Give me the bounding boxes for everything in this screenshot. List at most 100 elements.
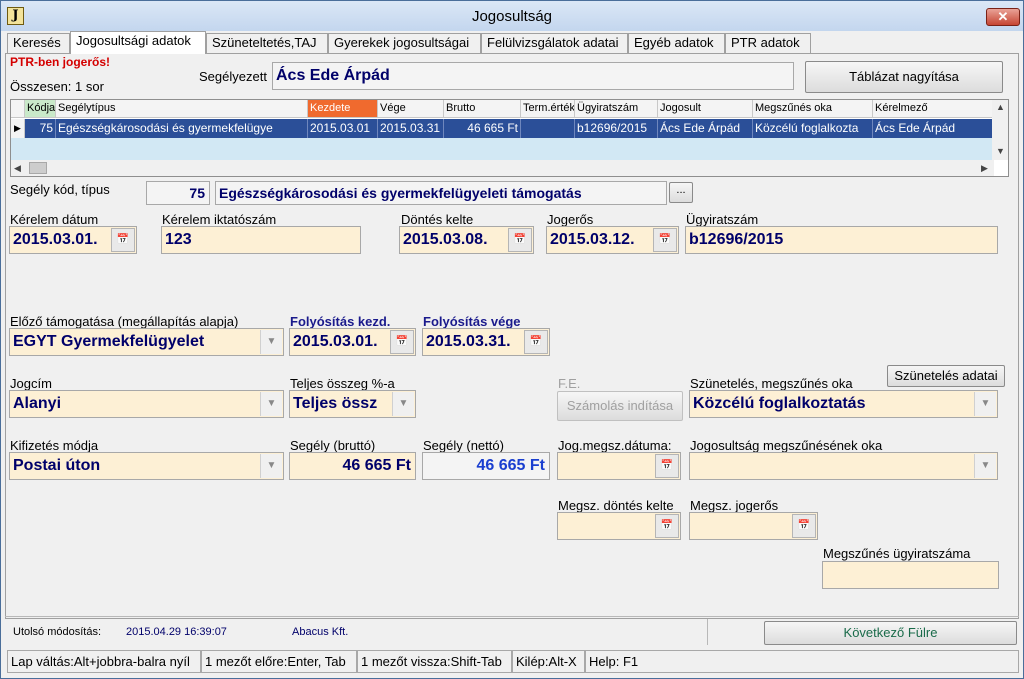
chevron-down-icon[interactable]: ▼ xyxy=(260,454,282,478)
full-pct-label: Teljes összeg %-a xyxy=(290,376,395,391)
pay-start-field[interactable]: 2015.03.01. 📅 xyxy=(289,328,416,356)
suspend-data-button[interactable]: Szünetelés adatai xyxy=(887,365,1005,387)
end-file-field[interactable] xyxy=(822,561,999,589)
scroll-down-icon[interactable]: ▼ xyxy=(996,146,1005,156)
suspend-reason-select[interactable]: Közcélú foglalkoztatás ▼ xyxy=(689,390,998,418)
table-cell[interactable]: 2015.03.31 xyxy=(378,119,444,138)
chevron-down-icon[interactable]: ▼ xyxy=(974,392,996,416)
full-pct-select[interactable]: Teljes össz ▼ xyxy=(289,390,416,418)
title-label: Jogcím xyxy=(10,376,52,391)
scroll-right-icon[interactable]: ▶ xyxy=(981,163,988,174)
table-cell[interactable]: 75 xyxy=(25,119,56,138)
aid-type-lookup-button[interactable]: ... xyxy=(669,182,693,203)
tab-ptr-adatok[interactable]: PTR adatok xyxy=(725,33,811,53)
chevron-down-icon[interactable]: ▼ xyxy=(260,392,282,416)
end-final-field[interactable]: 📅 xyxy=(689,512,818,540)
calendar-icon[interactable]: 📅 xyxy=(111,228,135,252)
end-decision-label: Megsz. döntés kelte xyxy=(558,498,674,513)
table-cell[interactable] xyxy=(521,119,575,138)
prev-support-value: EGYT Gyermekfelügyelet xyxy=(13,333,205,350)
col-header-brutto[interactable]: Brutto xyxy=(444,100,521,118)
col-header-jogosult[interactable]: Jogosult xyxy=(658,100,753,118)
calc-button[interactable]: Számolás indítása xyxy=(557,391,683,421)
col-header-vege[interactable]: Vége xyxy=(378,100,444,118)
end-reason-select[interactable]: ▼ xyxy=(689,452,998,480)
suspend-reason-value: Közcélú foglalkoztatás xyxy=(693,395,866,412)
net-label: Segély (nettó) xyxy=(423,438,504,453)
decision-date-value: 2015.03.08. xyxy=(403,231,488,248)
aid-code-field[interactable]: 75 xyxy=(146,181,210,205)
scroll-thumb[interactable] xyxy=(29,162,47,174)
col-header-ugyiratszam[interactable]: Ügyiratszám xyxy=(575,100,658,118)
title-bar: J Jogosultság ✕ xyxy=(1,1,1023,31)
end-file-label: Megszűnés ügyiratszáma xyxy=(823,546,971,561)
calendar-icon[interactable]: 📅 xyxy=(792,514,816,538)
end-date-field[interactable]: 📅 xyxy=(557,452,681,480)
end-reason-label: Jogosultság megszűnésének oka xyxy=(690,438,883,453)
aid-code-label: Segély kód, típus xyxy=(10,182,110,197)
payment-method-value: Postai úton xyxy=(13,457,101,474)
calendar-icon[interactable]: 📅 xyxy=(655,514,679,538)
tab-kereses[interactable]: Keresés xyxy=(7,33,70,53)
status-help: Help: F1 xyxy=(585,650,1019,673)
calendar-icon[interactable]: 📅 xyxy=(653,228,677,252)
row-count: Összesen: 1 sor xyxy=(10,79,104,94)
end-decision-field[interactable]: 📅 xyxy=(557,512,681,540)
gross-field[interactable]: 46 665 Ft xyxy=(289,452,416,480)
col-header-term-ertek[interactable]: Term.érték xyxy=(521,100,575,118)
suspend-reason-label: Szünetelés, megszűnés oka xyxy=(690,376,853,391)
pay-start-value: 2015.03.01. xyxy=(293,333,378,350)
grid-vertical-scrollbar[interactable]: ▲ ▼ xyxy=(992,100,1008,160)
tab-gyerekek-jogosultsagai[interactable]: Gyerekek jogosultságai xyxy=(328,33,481,53)
prev-support-select[interactable]: EGYT Gyermekfelügyelet ▼ xyxy=(9,328,284,356)
chevron-down-icon[interactable]: ▼ xyxy=(974,454,996,478)
close-button[interactable]: ✕ xyxy=(986,8,1020,26)
chevron-down-icon[interactable]: ▼ xyxy=(392,392,414,416)
table-cell[interactable]: Közcélú foglalkozta xyxy=(753,119,873,138)
tab-jogosultsagi-adatok[interactable]: Jogosultsági adatok xyxy=(70,31,206,54)
last-mod-time: 2015.04.29 16:39:07 xyxy=(126,626,227,638)
request-reg-label: Kérelem iktatószám xyxy=(162,212,277,227)
pay-end-field[interactable]: 2015.03.31. 📅 xyxy=(422,328,550,356)
calendar-icon[interactable]: 📅 xyxy=(390,330,414,354)
tab-szuneteltetes-taj[interactable]: Szüneteltetés,TAJ xyxy=(206,33,328,53)
chevron-down-icon[interactable]: ▼ xyxy=(260,330,282,354)
table-cell[interactable]: 46 665 Ft xyxy=(444,119,521,138)
aid-type-field[interactable]: Egészségkárosodási és gyermekfelügyeleti… xyxy=(215,181,667,205)
file-no-field[interactable]: b12696/2015 xyxy=(685,226,998,254)
final-date-label: Jogerős xyxy=(547,212,594,227)
gross-label: Segély (bruttó) xyxy=(290,438,376,453)
col-header-megszunes-oka[interactable]: Megszűnés oka xyxy=(753,100,873,118)
status-prev-field: 1 mezőt vissza:Shift-Tab xyxy=(357,650,512,673)
last-mod-user: Abacus Kft. xyxy=(292,626,349,638)
scroll-up-icon[interactable]: ▲ xyxy=(996,102,1005,112)
beneficiary-field[interactable]: Ács Ede Árpád xyxy=(272,62,794,90)
request-date-field[interactable]: 2015.03.01. 📅 xyxy=(9,226,137,254)
final-date-field[interactable]: 2015.03.12. 📅 xyxy=(546,226,679,254)
row-pointer-icon: ▶ xyxy=(11,119,25,138)
calendar-icon[interactable]: 📅 xyxy=(508,228,532,252)
calendar-icon[interactable]: 📅 xyxy=(655,454,679,478)
col-header-segelytipus[interactable]: Segélytípus xyxy=(56,100,308,118)
table-cell[interactable]: 2015.03.01 xyxy=(308,119,378,138)
next-tab-button[interactable]: Következő Fülre xyxy=(764,621,1017,645)
table-cell[interactable]: b12696/2015 xyxy=(575,119,658,138)
aid-grid[interactable]: Kódja Segélytípus Kezdete Vége Brutto Te… xyxy=(10,99,1009,177)
col-header-kerelmezo[interactable]: Kérelmező xyxy=(873,100,994,118)
scroll-left-icon[interactable]: ◀ xyxy=(14,163,21,174)
request-reg-field[interactable]: 123 xyxy=(161,226,361,254)
table-cell[interactable]: Ács Ede Árpád xyxy=(873,119,994,138)
col-header-kodja[interactable]: Kódja xyxy=(25,100,56,118)
table-cell[interactable]: Ács Ede Árpád xyxy=(658,119,753,138)
table-cell[interactable]: Egészségkárosodási és gyermekfelügye xyxy=(56,119,308,138)
request-date-label: Kérelem dátum xyxy=(10,212,99,227)
decision-date-field[interactable]: 2015.03.08. 📅 xyxy=(399,226,534,254)
calendar-icon[interactable]: 📅 xyxy=(524,330,548,354)
tab-felulvizsgalatok-adatai[interactable]: Felülvizsgálatok adatai xyxy=(481,33,628,53)
enlarge-table-button[interactable]: Táblázat nagyítása xyxy=(805,61,1003,93)
tab-egyeb-adatok[interactable]: Egyéb adatok xyxy=(628,33,725,53)
col-header-kezdete[interactable]: Kezdete xyxy=(308,100,378,118)
payment-method-select[interactable]: Postai úton ▼ xyxy=(9,452,284,480)
title-select[interactable]: Alanyi ▼ xyxy=(9,390,284,418)
grid-horizontal-scrollbar[interactable]: ◀ ▶ xyxy=(11,160,994,176)
